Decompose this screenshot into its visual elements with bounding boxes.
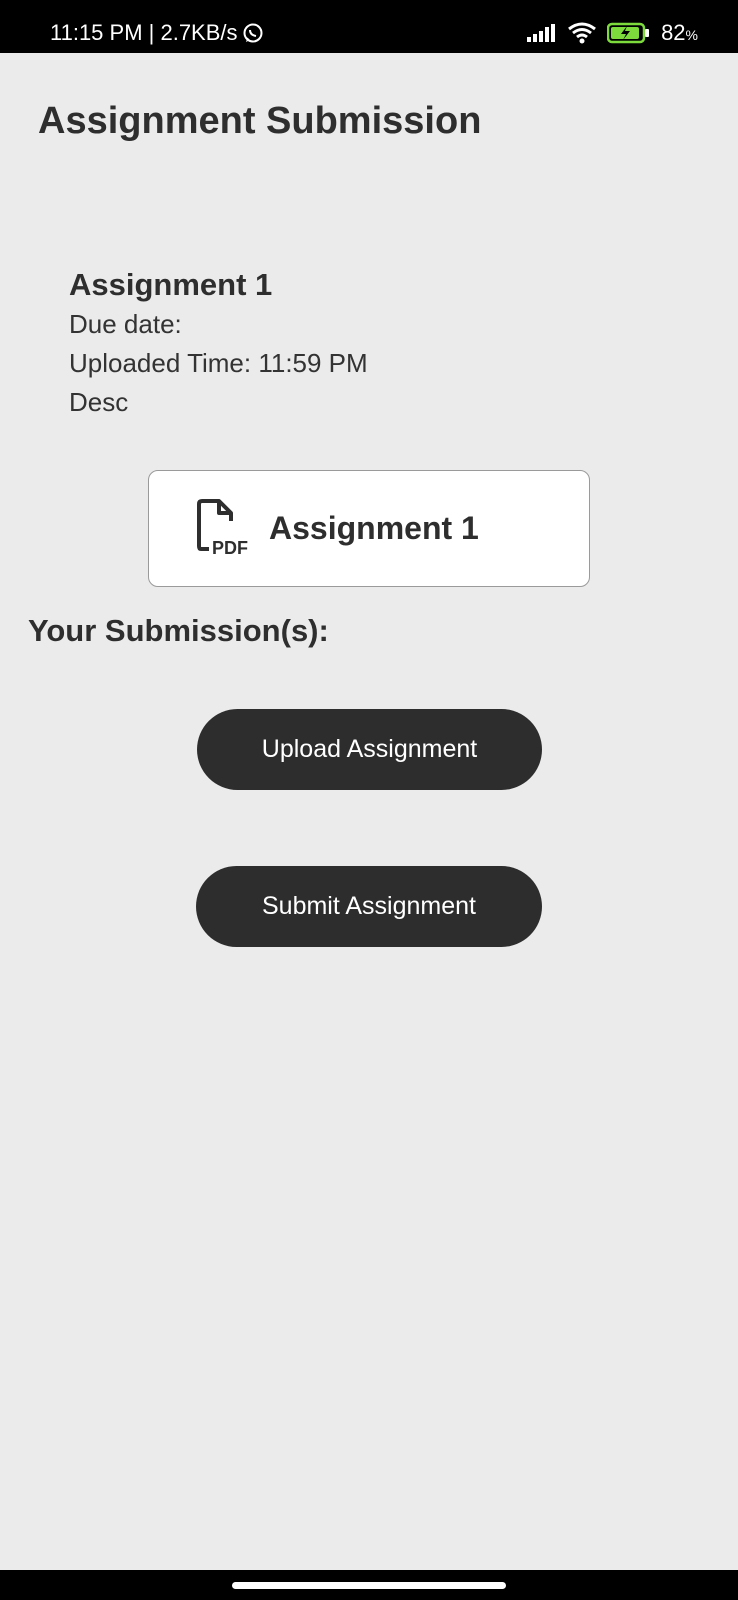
assignment-description: Desc [69,387,129,417]
submit-assignment-button[interactable]: Submit Assignment [196,866,542,947]
status-left: 11:15 PM | 2.7KB/s [50,20,264,46]
attachment-card[interactable]: PDF Assignment 1 [148,470,590,587]
attachment-name: Assignment 1 [269,510,479,546]
status-time-speed: 11:15 PM | 2.7KB/s [50,20,238,45]
assignment-name: Assignment 1 [69,267,273,302]
pdf-file-icon: PDF [195,498,253,559]
assignment-info: Assignment 1 Due date: Uploaded Time: 11… [69,265,368,422]
status-bar: 11:15 PM | 2.7KB/s 82% [0,0,738,53]
battery-level: 82% [661,20,698,45]
signal-icon [525,23,557,43]
home-indicator[interactable] [232,1582,506,1589]
battery-icon [607,22,651,44]
uploaded-time: Uploaded Time: 11:59 PM [69,348,368,378]
page-title: Assignment Submission [38,100,482,142]
pdf-icon-text: PDF [212,538,248,558]
wifi-icon [567,22,597,44]
status-right: 82% [525,20,698,46]
due-date: Due date: [69,309,182,339]
submission-heading: Your Submission(s): [28,613,329,648]
whatsapp-icon [242,22,264,44]
upload-assignment-button[interactable]: Upload Assignment [197,709,542,790]
